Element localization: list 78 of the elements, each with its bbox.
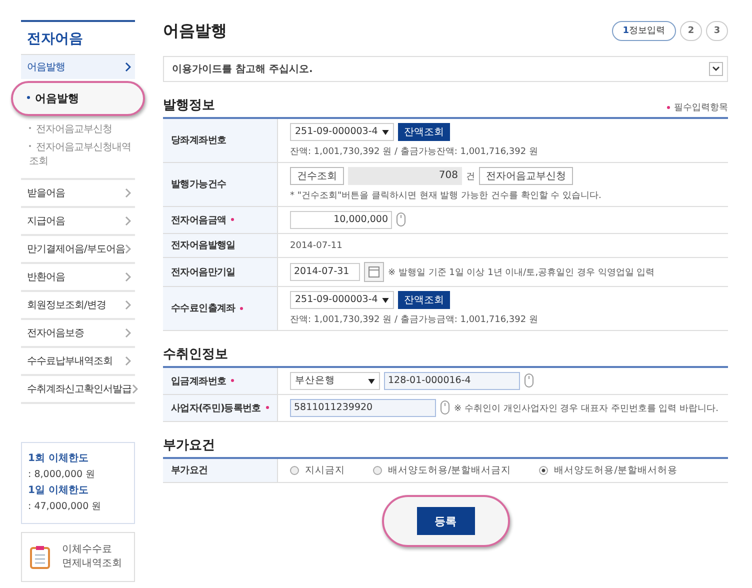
step-indicator: 1정보입력 [612, 21, 676, 41]
field-label: 전자어음만기일 [171, 266, 236, 278]
chevron-icon [125, 244, 131, 254]
count-field: 708 [348, 167, 462, 185]
mouse-icon[interactable] [440, 400, 450, 416]
menu-item[interactable]: 전자어음보증 [21, 320, 135, 348]
issue-date: 2014-07-11 [290, 240, 344, 250]
caret-icon [382, 298, 389, 302]
menu-item[interactable]: 회원정보조회/변경 [21, 292, 135, 320]
chevron-icon [125, 328, 131, 338]
radio-option[interactable]: 지시금지 [290, 464, 345, 477]
apply-button[interactable]: 전자어음교부신청 [479, 167, 573, 185]
balance-button[interactable]: 잔액조회 [398, 291, 450, 309]
radio-option[interactable]: 배서양도허용/분할배서금지 [373, 464, 512, 477]
chevron-icon [125, 216, 131, 226]
calendar-icon[interactable] [364, 262, 384, 282]
submenu-item[interactable]: 어음발행 [11, 81, 145, 116]
balance-button[interactable]: 잔액조회 [398, 123, 450, 141]
account-select[interactable]: 251-09-000003-4 [290, 291, 394, 309]
chevron-icon [132, 384, 138, 394]
guide-bar[interactable]: 이용가이드를 참고해 주십시오. [163, 56, 728, 82]
field-label: 수수료인출계좌 [171, 302, 236, 315]
submenu-item[interactable]: 전자어음교부신청내역조회 [21, 138, 135, 170]
date-field[interactable]: 2014-07-31 [290, 263, 360, 281]
clipboard-icon [30, 545, 50, 569]
field-label: 전자어음금액 [171, 214, 226, 226]
limit-value: : 47,000,000 원 [28, 500, 103, 514]
chevron-icon [125, 356, 131, 366]
hint-text: ※ 수취인이 개인사업자인 경우 대표자 주민번호를 입력 바랍니다. [454, 402, 718, 414]
section-title: 부가요건 [163, 437, 215, 454]
page-title: 어음발행 [163, 20, 227, 42]
field-label: 전자어음발행일 [171, 239, 236, 252]
menu-item[interactable]: 받을어음 [21, 180, 135, 208]
caret-icon [368, 378, 375, 384]
caret-icon [382, 130, 389, 134]
menu-item[interactable]: 반환어음 [21, 264, 135, 292]
bank-select[interactable]: 부산은행 [290, 372, 380, 390]
step-indicator: 2 [680, 21, 702, 41]
radio-option[interactable]: 배서양도허용/분할배서허용 [539, 464, 678, 477]
menu-item[interactable]: 수취계좌신고확인서발급 [21, 376, 135, 404]
field-label: 부가요건 [171, 464, 208, 477]
section-title: 수취인정보 [163, 346, 228, 363]
step-indicator: 3 [706, 21, 728, 41]
account-field[interactable]: 128-01-000016-4 [384, 372, 520, 390]
submenu-item[interactable]: 전자어음교부신청 [21, 120, 135, 138]
account-select[interactable]: 251-09-000003-4 [290, 123, 394, 141]
menu-item[interactable]: 지급어음 [21, 208, 135, 236]
chevron-icon [125, 188, 131, 198]
field-label: 입금계좌번호 [171, 374, 226, 388]
unit-label: 건 [466, 170, 475, 182]
chevron-icon [125, 300, 131, 310]
amount-field[interactable]: 10,000,000 [290, 211, 392, 229]
guide-text: 이용가이드를 참고해 주십시오. [172, 63, 313, 76]
mouse-icon[interactable] [524, 373, 534, 389]
hint-text: ※ 발행일 기준 1일 이상 1년 이내/토,공휴일인 경우 익영업일 입력 [388, 266, 655, 278]
field-label: 당좌계좌번호 [171, 134, 226, 147]
submit-button[interactable]: 등록 [416, 507, 474, 535]
menu-item[interactable]: 만기결제어음/부도어음 [21, 236, 135, 264]
menu-item[interactable]: 어음발행 [21, 55, 135, 79]
chevron-icon [125, 62, 131, 72]
balance-note: 잔액: 1,001,730,392 원 / 출금가능금액: 1,001,716,392 원 [290, 314, 539, 326]
fee-link-text[interactable]: 이체수수료 면제내역조회 [62, 543, 122, 571]
limit-label: 1일 이체한도 [28, 484, 90, 498]
mouse-icon[interactable] [396, 212, 406, 228]
dropdown-icon[interactable] [709, 62, 723, 76]
chevron-icon [125, 272, 131, 282]
menu-item[interactable]: 수수료납부내역조회 [21, 348, 135, 376]
fee-link-card[interactable]: 이체수수료 면제내역조회 [21, 532, 135, 582]
balance-note: 잔액: 1,001,730,392 원 / 출금가능잔액: 1,001,716,392 원 [290, 146, 539, 158]
count-button[interactable]: 건수조회 [290, 167, 344, 185]
required-note: 필수입력항목 [662, 101, 728, 114]
limit-label: 1회 이체한도 [28, 452, 90, 466]
registration-field[interactable]: 5811011239920 [290, 399, 436, 417]
field-label: 발행가능건수 [171, 178, 226, 191]
hint-text: * "건수조회"버튼을 클릭하시면 현재 발행 가능한 건수를 확인할 수 있습니다. [290, 190, 602, 202]
field-label: 사업자(주민)등록번호 [171, 402, 261, 414]
section-title: 발행정보 [163, 97, 215, 114]
limit-value: : 8,000,000 원 [28, 468, 97, 482]
